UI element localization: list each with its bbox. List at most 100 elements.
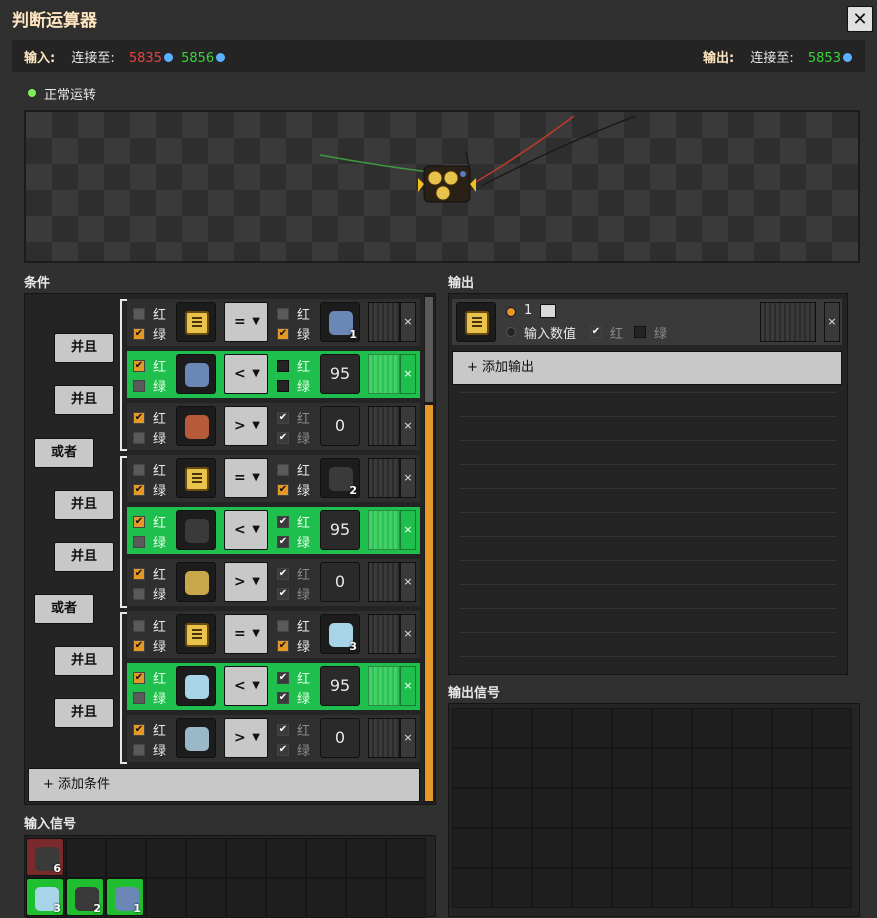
input-green-network[interactable]: 5856 (181, 51, 214, 66)
logic-and-button[interactable]: 并且 (54, 646, 114, 676)
left-green-checkbox[interactable] (133, 692, 145, 704)
right-red-checkbox[interactable] (277, 360, 289, 372)
add-output-button[interactable]: + 添加输出 (452, 351, 842, 385)
remove-output-button[interactable]: × (824, 302, 840, 342)
output-signal-slot[interactable] (456, 302, 496, 342)
output-green-checkbox[interactable] (634, 326, 646, 338)
logic-and-button[interactable]: 并且 (54, 385, 114, 415)
left-red-checkbox[interactable] (133, 464, 145, 476)
left-green-checkbox[interactable]: ✔ (133, 328, 145, 340)
left-signal-slot[interactable] (176, 614, 216, 654)
comparator-dropdown[interactable]: < ▼ (224, 666, 268, 706)
remove-condition-button[interactable]: × (400, 406, 416, 446)
left-signal-slot[interactable] (176, 302, 216, 342)
right-red-checkbox[interactable]: ✔ (277, 672, 289, 684)
constant-value-field[interactable]: 95 (320, 666, 360, 706)
edit-pencil-icon[interactable] (540, 304, 556, 318)
constant-value-field[interactable]: 95 (320, 510, 360, 550)
logic-and-button[interactable]: 并且 (54, 542, 114, 572)
logic-and-button[interactable]: 并且 (54, 698, 114, 728)
right-green-checkbox[interactable]: ✔ (277, 640, 289, 652)
right-green-checkbox[interactable]: ✔ (277, 692, 289, 704)
right-red-checkbox[interactable]: ✔ (277, 412, 289, 424)
left-green-checkbox[interactable] (133, 588, 145, 600)
info-icon[interactable] (163, 53, 173, 62)
right-red-checkbox[interactable] (277, 308, 289, 320)
logic-and-button[interactable]: 并且 (54, 333, 114, 363)
info-icon[interactable] (216, 53, 226, 62)
left-green-checkbox[interactable] (133, 380, 145, 392)
left-red-checkbox[interactable] (133, 620, 145, 632)
input-signal-item[interactable]: 2 (66, 878, 104, 916)
left-signal-slot[interactable] (176, 510, 216, 550)
remove-condition-button[interactable]: × (400, 510, 416, 550)
left-signal-slot[interactable] (176, 406, 216, 446)
left-red-checkbox[interactable]: ✔ (133, 568, 145, 580)
add-condition-button[interactable]: + 添加条件 (28, 768, 420, 802)
right-green-checkbox[interactable] (277, 380, 289, 392)
left-signal-slot[interactable] (176, 562, 216, 602)
close-button[interactable]: ✕ (847, 6, 873, 32)
remove-condition-button[interactable]: × (400, 614, 416, 654)
remove-condition-button[interactable]: × (400, 718, 416, 758)
right-green-checkbox[interactable]: ✔ (277, 744, 289, 756)
logic-or-button[interactable]: 或者 (34, 594, 94, 624)
output-input-value-radio[interactable] (506, 327, 516, 337)
remove-condition-button[interactable]: × (400, 666, 416, 706)
remove-condition-button[interactable]: × (400, 562, 416, 602)
input-signal-item[interactable]: 1 (106, 878, 144, 916)
right-green-checkbox[interactable]: ✔ (277, 588, 289, 600)
left-green-checkbox[interactable] (133, 432, 145, 444)
remove-condition-button[interactable]: × (400, 354, 416, 394)
remove-condition-button[interactable]: × (400, 458, 416, 498)
constant-value-field[interactable]: 0 (320, 406, 360, 446)
right-red-checkbox[interactable] (277, 464, 289, 476)
left-signal-slot[interactable] (176, 666, 216, 706)
scrollbar-thumb[interactable] (425, 405, 433, 801)
constant-value-field[interactable]: 0 (320, 562, 360, 602)
comparator-dropdown[interactable]: < ▼ (224, 510, 268, 550)
comparator-dropdown[interactable]: = ▼ (224, 614, 268, 654)
right-red-checkbox[interactable]: ✔ (277, 516, 289, 528)
right-red-checkbox[interactable]: ✔ (277, 724, 289, 736)
right-green-checkbox[interactable]: ✔ (277, 328, 289, 340)
output-constant-radio[interactable] (506, 307, 516, 317)
right-green-checkbox[interactable]: ✔ (277, 432, 289, 444)
left-green-checkbox[interactable]: ✔ (133, 484, 145, 496)
left-signal-slot[interactable] (176, 718, 216, 758)
input-signal-item[interactable]: 6 (26, 838, 64, 876)
comparator-dropdown[interactable]: > ▼ (224, 718, 268, 758)
comparator-dropdown[interactable]: = ▼ (224, 302, 268, 342)
input-red-network[interactable]: 5835 (129, 51, 162, 66)
comparator-dropdown[interactable]: = ▼ (224, 458, 268, 498)
input-signal-item[interactable]: 3 (26, 878, 64, 916)
logic-or-button[interactable]: 或者 (34, 438, 94, 468)
left-green-checkbox[interactable] (133, 536, 145, 548)
left-red-checkbox[interactable]: ✔ (133, 672, 145, 684)
info-icon[interactable] (842, 53, 852, 62)
conditions-scrollbar[interactable] (424, 295, 434, 803)
logic-and-button[interactable]: 并且 (54, 490, 114, 520)
left-red-checkbox[interactable]: ✔ (133, 412, 145, 424)
comparator-dropdown[interactable]: > ▼ (224, 562, 268, 602)
output-green-network[interactable]: 5853 (808, 51, 841, 66)
comparator-dropdown[interactable]: > ▼ (224, 406, 268, 446)
entity-preview[interactable] (24, 110, 860, 263)
left-red-checkbox[interactable]: ✔ (133, 360, 145, 372)
left-signal-slot[interactable] (176, 458, 216, 498)
output-red-checkbox[interactable]: ✔ (590, 326, 602, 338)
right-red-checkbox[interactable] (277, 620, 289, 632)
right-signal-slot[interactable]: 3 (320, 614, 360, 654)
right-signal-slot[interactable]: 2 (320, 458, 360, 498)
left-green-checkbox[interactable]: ✔ (133, 640, 145, 652)
left-green-checkbox[interactable] (133, 744, 145, 756)
left-signal-slot[interactable] (176, 354, 216, 394)
left-red-checkbox[interactable]: ✔ (133, 516, 145, 528)
constant-value-field[interactable]: 0 (320, 718, 360, 758)
left-red-checkbox[interactable] (133, 308, 145, 320)
right-signal-slot[interactable]: 1 (320, 302, 360, 342)
comparator-dropdown[interactable]: < ▼ (224, 354, 268, 394)
remove-condition-button[interactable]: × (400, 302, 416, 342)
left-red-checkbox[interactable]: ✔ (133, 724, 145, 736)
right-green-checkbox[interactable]: ✔ (277, 536, 289, 548)
